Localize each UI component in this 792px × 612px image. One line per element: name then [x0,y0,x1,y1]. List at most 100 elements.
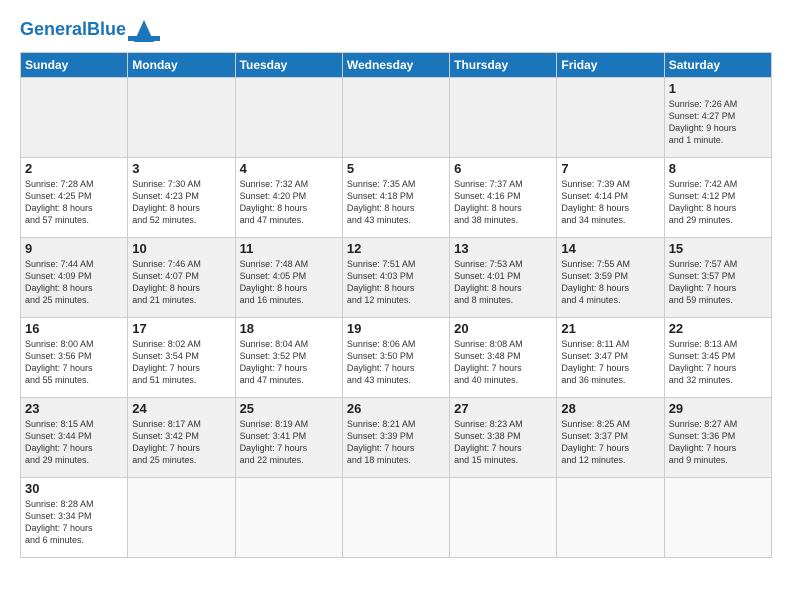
logo-blue: Blue [87,19,126,39]
calendar-cell [450,78,557,158]
day-info: Sunrise: 7:26 AM Sunset: 4:27 PM Dayligh… [669,98,767,147]
day-number: 19 [347,321,445,336]
calendar-week-row: 16 Sunrise: 8:00 AM Sunset: 3:56 PM Dayli… [21,318,772,398]
day-number: 1 [669,81,767,96]
day-info: Sunrise: 8:02 AM Sunset: 3:54 PM Dayligh… [132,338,230,387]
calendar-cell [342,78,449,158]
day-info: Sunrise: 8:06 AM Sunset: 3:50 PM Dayligh… [347,338,445,387]
calendar-cell [557,78,664,158]
calendar-cell: 26 Sunrise: 8:21 AM Sunset: 3:39 PM Dayli… [342,398,449,478]
day-info: Sunrise: 7:48 AM Sunset: 4:05 PM Dayligh… [240,258,338,307]
calendar-cell [450,478,557,558]
day-info: Sunrise: 8:27 AM Sunset: 3:36 PM Dayligh… [669,418,767,467]
day-info: Sunrise: 7:30 AM Sunset: 4:23 PM Dayligh… [132,178,230,227]
day-number: 28 [561,401,659,416]
day-info: Sunrise: 8:04 AM Sunset: 3:52 PM Dayligh… [240,338,338,387]
day-number: 9 [25,241,123,256]
calendar-cell: 24 Sunrise: 8:17 AM Sunset: 3:42 PM Dayli… [128,398,235,478]
day-number: 14 [561,241,659,256]
day-info: Sunrise: 7:32 AM Sunset: 4:20 PM Dayligh… [240,178,338,227]
header-sunday: Sunday [21,53,128,78]
calendar-header-row: Sunday Monday Tuesday Wednesday Thursday… [21,53,772,78]
calendar-cell: 19 Sunrise: 8:06 AM Sunset: 3:50 PM Dayli… [342,318,449,398]
calendar-cell: 14Sunrise: 7:55 AM Sunset: 3:59 PM Dayli… [557,238,664,318]
day-number: 18 [240,321,338,336]
header: GeneralBlue [20,16,772,42]
header-wednesday: Wednesday [342,53,449,78]
day-number: 3 [132,161,230,176]
calendar-cell: 6 Sunrise: 7:37 AM Sunset: 4:16 PM Daylig… [450,158,557,238]
calendar-cell: 18 Sunrise: 8:04 AM Sunset: 3:52 PM Dayli… [235,318,342,398]
day-number: 21 [561,321,659,336]
day-info: Sunrise: 8:11 AM Sunset: 3:47 PM Dayligh… [561,338,659,387]
header-saturday: Saturday [664,53,771,78]
day-info: Sunrise: 7:53 AM Sunset: 4:01 PM Dayligh… [454,258,552,307]
calendar-cell: 27 Sunrise: 8:23 AM Sunset: 3:38 PM Dayli… [450,398,557,478]
day-number: 6 [454,161,552,176]
day-number: 5 [347,161,445,176]
calendar-cell: 11Sunrise: 7:48 AM Sunset: 4:05 PM Dayli… [235,238,342,318]
day-number: 10 [132,241,230,256]
calendar-cell: 8 Sunrise: 7:42 AM Sunset: 4:12 PM Daylig… [664,158,771,238]
day-number: 22 [669,321,767,336]
calendar-cell: 13 Sunrise: 7:53 AM Sunset: 4:01 PM Dayli… [450,238,557,318]
calendar-cell [128,78,235,158]
day-number: 23 [25,401,123,416]
calendar-cell: 10Sunrise: 7:46 AM Sunset: 4:07 PM Dayli… [128,238,235,318]
day-info: Sunrise: 7:37 AM Sunset: 4:16 PM Dayligh… [454,178,552,227]
day-number: 2 [25,161,123,176]
day-number: 24 [132,401,230,416]
day-number: 26 [347,401,445,416]
calendar-week-row: 30Sunrise: 8:28 AM Sunset: 3:34 PM Dayli… [21,478,772,558]
day-number: 12 [347,241,445,256]
calendar-cell [235,478,342,558]
day-info: Sunrise: 7:39 AM Sunset: 4:14 PM Dayligh… [561,178,659,227]
calendar-cell: 5 Sunrise: 7:35 AM Sunset: 4:18 PM Daylig… [342,158,449,238]
logo-text: GeneralBlue [20,20,126,38]
calendar-cell: 28 Sunrise: 8:25 AM Sunset: 3:37 PM Dayli… [557,398,664,478]
header-thursday: Thursday [450,53,557,78]
day-info: Sunrise: 8:28 AM Sunset: 3:34 PM Dayligh… [25,498,123,547]
logo-icon [128,16,160,42]
calendar-week-row: 2 Sunrise: 7:28 AM Sunset: 4:25 PM Daylig… [21,158,772,238]
day-info: Sunrise: 8:00 AM Sunset: 3:56 PM Dayligh… [25,338,123,387]
day-info: Sunrise: 8:25 AM Sunset: 3:37 PM Dayligh… [561,418,659,467]
day-info: Sunrise: 8:13 AM Sunset: 3:45 PM Dayligh… [669,338,767,387]
day-number: 13 [454,241,552,256]
calendar-cell: 22 Sunrise: 8:13 AM Sunset: 3:45 PM Dayli… [664,318,771,398]
calendar-week-row: 9Sunrise: 7:44 AM Sunset: 4:09 PM Daylig… [21,238,772,318]
header-friday: Friday [557,53,664,78]
calendar-cell [664,478,771,558]
calendar-cell: 9Sunrise: 7:44 AM Sunset: 4:09 PM Daylig… [21,238,128,318]
calendar-cell: 16 Sunrise: 8:00 AM Sunset: 3:56 PM Dayli… [21,318,128,398]
day-number: 8 [669,161,767,176]
day-number: 25 [240,401,338,416]
calendar-week-row: 1 Sunrise: 7:26 AM Sunset: 4:27 PM Daylig… [21,78,772,158]
calendar-cell: 15Sunrise: 7:57 AM Sunset: 3:57 PM Dayli… [664,238,771,318]
day-info: Sunrise: 7:51 AM Sunset: 4:03 PM Dayligh… [347,258,445,307]
calendar-cell: 20Sunrise: 8:08 AM Sunset: 3:48 PM Dayli… [450,318,557,398]
logo: GeneralBlue [20,16,160,42]
day-number: 20 [454,321,552,336]
logo-general: General [20,19,87,39]
calendar-cell [128,478,235,558]
day-info: Sunrise: 8:23 AM Sunset: 3:38 PM Dayligh… [454,418,552,467]
day-info: Sunrise: 8:19 AM Sunset: 3:41 PM Dayligh… [240,418,338,467]
day-info: Sunrise: 8:17 AM Sunset: 3:42 PM Dayligh… [132,418,230,467]
calendar-cell [21,78,128,158]
day-info: Sunrise: 7:42 AM Sunset: 4:12 PM Dayligh… [669,178,767,227]
calendar-cell [235,78,342,158]
calendar-cell: 3 Sunrise: 7:30 AM Sunset: 4:23 PM Daylig… [128,158,235,238]
day-info: Sunrise: 7:35 AM Sunset: 4:18 PM Dayligh… [347,178,445,227]
day-number: 16 [25,321,123,336]
day-info: Sunrise: 8:21 AM Sunset: 3:39 PM Dayligh… [347,418,445,467]
calendar-cell: 25 Sunrise: 8:19 AM Sunset: 3:41 PM Dayli… [235,398,342,478]
calendar-cell: 4Sunrise: 7:32 AM Sunset: 4:20 PM Daylig… [235,158,342,238]
day-number: 27 [454,401,552,416]
header-monday: Monday [128,53,235,78]
day-number: 17 [132,321,230,336]
header-tuesday: Tuesday [235,53,342,78]
calendar-week-row: 23Sunrise: 8:15 AM Sunset: 3:44 PM Dayli… [21,398,772,478]
day-info: Sunrise: 7:28 AM Sunset: 4:25 PM Dayligh… [25,178,123,227]
day-number: 7 [561,161,659,176]
